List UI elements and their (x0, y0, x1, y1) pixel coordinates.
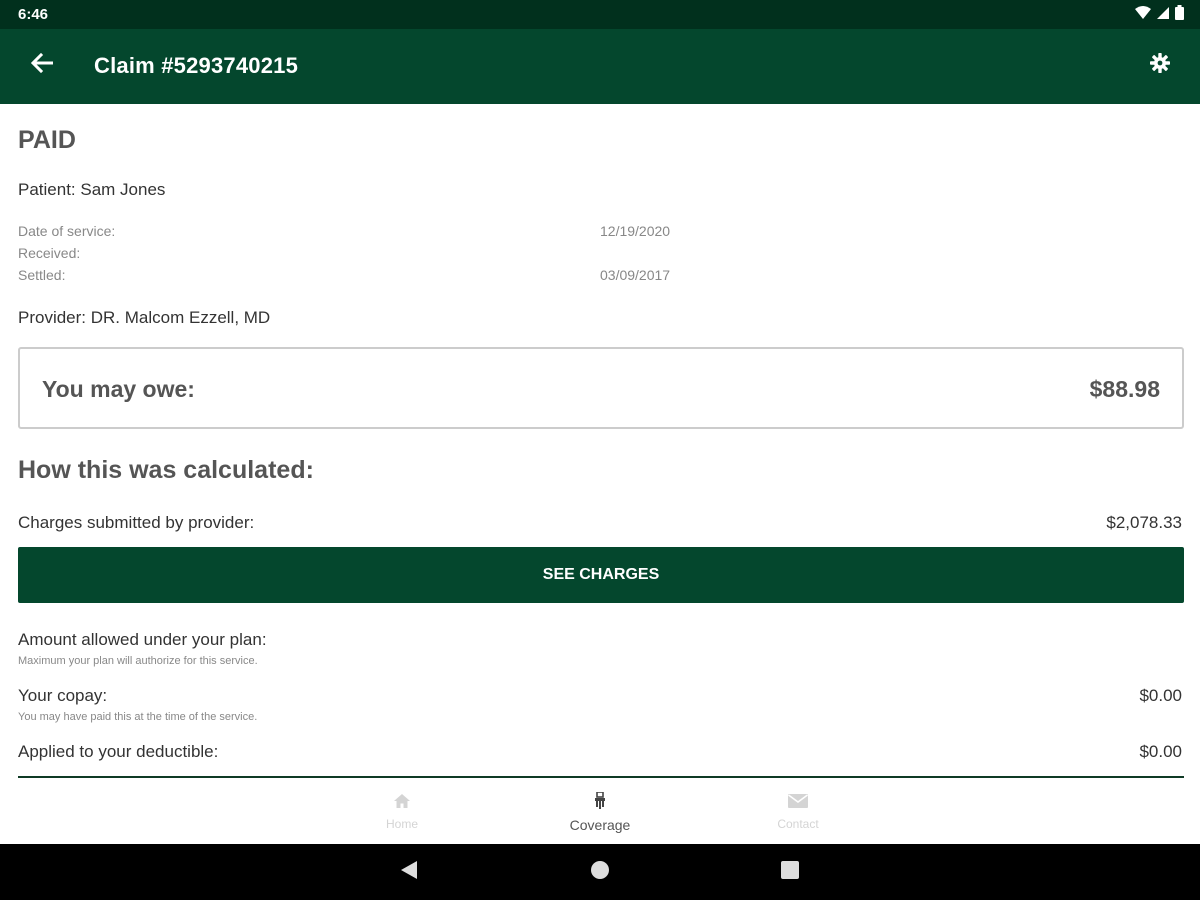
system-recents-button[interactable] (779, 860, 801, 884)
nav-label-home: Home (385, 817, 418, 831)
coverage-icon (540, 790, 660, 812)
amount-owed-label: You may owe: (42, 376, 195, 402)
copay-label: Your copay: (18, 686, 108, 705)
battery-icon (1175, 5, 1184, 25)
cell-signal-icon (1157, 6, 1169, 24)
settings-button[interactable] (1144, 49, 1176, 81)
patient-name: Patient: Sam Jones (18, 180, 166, 199)
wifi-icon (1135, 5, 1151, 25)
status-time: 6:46 (18, 6, 49, 23)
triangle-back-icon (400, 860, 418, 885)
bottom-nav: Home Coverage Contact (0, 778, 1200, 844)
nav-label-contact: Contact (777, 817, 819, 831)
system-nav-bar (0, 844, 1200, 900)
date-of-service-label: Date of service: (18, 223, 116, 239)
square-recents-icon (781, 860, 799, 884)
deductible-row: Applied to your deductible: $0.00 (18, 742, 1184, 762)
nav-item-home[interactable]: Home (342, 790, 462, 831)
settled-row: Settled: 03/09/2017 (18, 267, 698, 287)
allowed-description: Maximum your plan will authorize for thi… (18, 655, 258, 667)
see-charges-button[interactable]: SEE CHARGES (18, 547, 1184, 603)
received-label: Received: (18, 245, 81, 261)
charges-row: Charges submitted by provider: $2,078.33 (18, 513, 1184, 533)
status-icons (1135, 5, 1184, 25)
app-bar: Claim #5293740215 (0, 29, 1200, 104)
claim-status: PAID (18, 126, 76, 154)
date-of-service-row: Date of service: 12/19/2020 (18, 223, 698, 243)
received-row: Received: (18, 245, 698, 265)
claim-details: PAID Patient: Sam Jones Date of service:… (0, 104, 1200, 776)
page-title: Claim #5293740215 (94, 53, 299, 78)
deductible-value: $0.00 (1139, 742, 1182, 761)
copay-value: $0.00 (1139, 686, 1182, 705)
allowed-label: Amount allowed under your plan: (18, 630, 267, 649)
deductible-label: Applied to your deductible: (18, 742, 219, 761)
system-back-button[interactable] (398, 860, 420, 885)
status-bar: 6:46 (0, 0, 1200, 29)
gear-icon (1150, 52, 1170, 78)
provider-name: Provider: DR. Malcom Ezzell, MD (18, 308, 271, 327)
charges-label: Charges submitted by provider: (18, 513, 255, 532)
system-home-button[interactable] (589, 860, 611, 885)
amount-owed-value: $88.98 (1089, 376, 1160, 402)
back-button[interactable] (24, 47, 60, 83)
envelope-icon (738, 790, 858, 812)
allowed-row: Amount allowed under your plan: Maximum … (18, 630, 1184, 667)
nav-item-contact[interactable]: Contact (738, 790, 858, 831)
nav-label-coverage: Coverage (569, 817, 631, 833)
amount-owed-card: You may owe: $88.98 (18, 347, 1184, 429)
settled-label: Settled: (18, 267, 66, 283)
nav-item-coverage[interactable]: Coverage (540, 790, 660, 833)
copay-row: Your copay: You may have paid this at th… (18, 686, 1184, 723)
settled-value: 03/09/2017 (600, 267, 671, 283)
calculation-heading: How this was calculated: (18, 456, 314, 484)
charges-value: $2,078.33 (1106, 513, 1182, 532)
date-of-service-value: 12/19/2020 (600, 223, 671, 239)
arrow-left-icon (30, 52, 54, 78)
copay-description: You may have paid this at the time of th… (18, 711, 258, 723)
circle-home-icon (590, 860, 610, 885)
home-icon (342, 790, 462, 812)
